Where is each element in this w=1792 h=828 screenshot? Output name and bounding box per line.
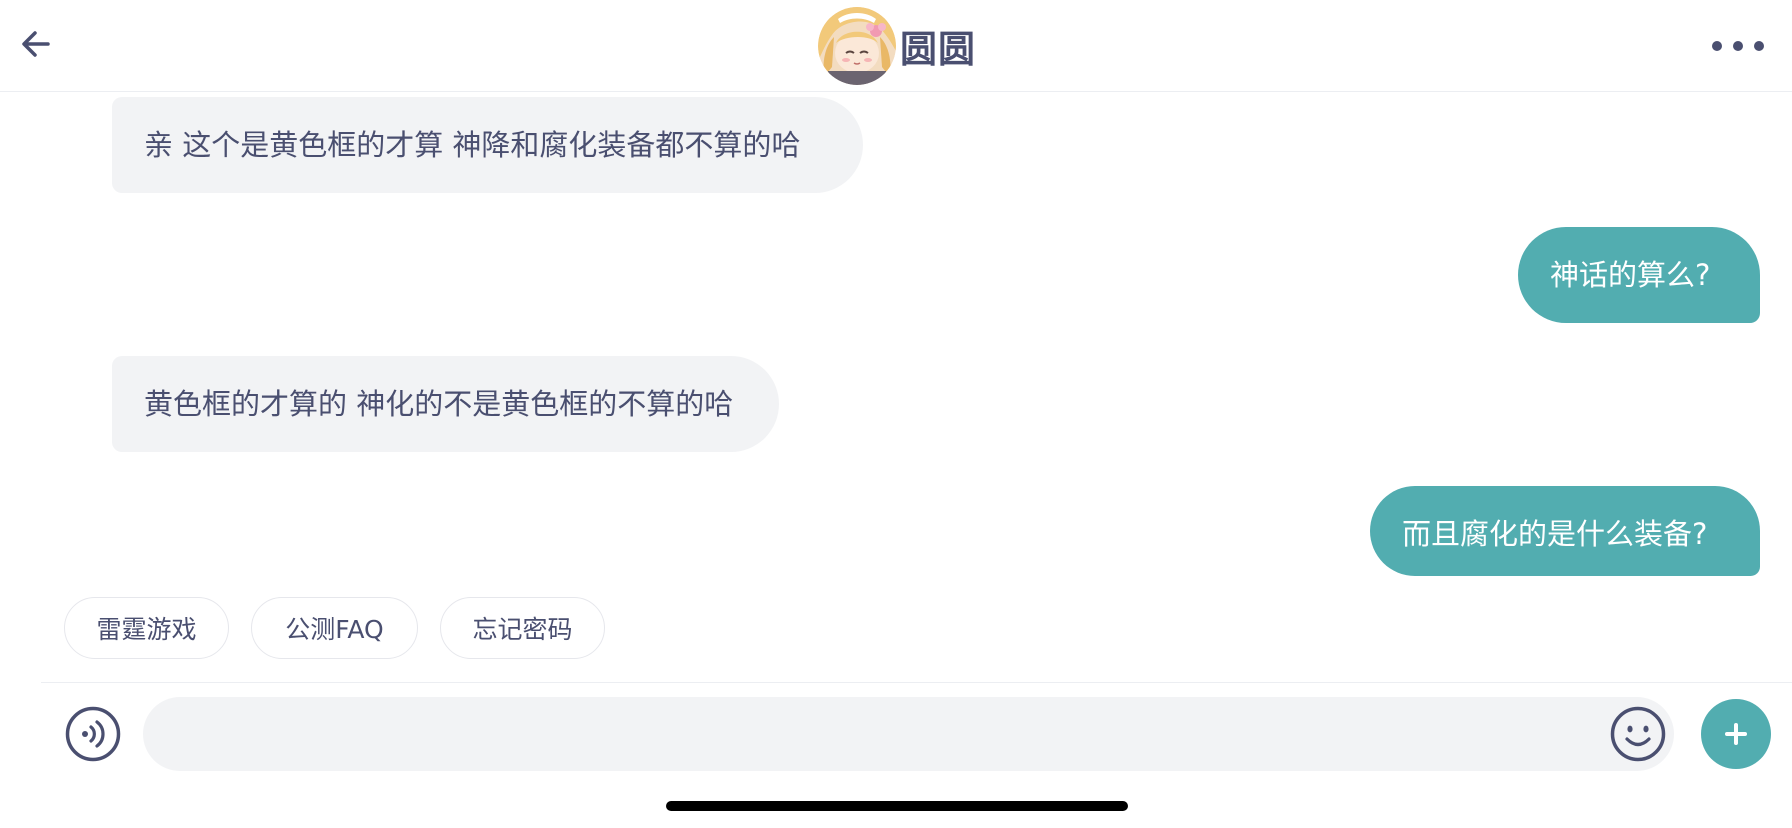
voice-icon [65, 706, 121, 762]
more-button[interactable] [1712, 30, 1764, 62]
incoming-message: 亲 这个是黄色框的才算 神降和腐化装备都不算的哈 [112, 97, 863, 193]
voice-button[interactable] [65, 706, 121, 762]
emoji-button[interactable] [1610, 706, 1666, 762]
plus-button[interactable] [1701, 699, 1771, 769]
emoji-icon [1610, 706, 1666, 762]
chat-header: 圆圆 [0, 0, 1792, 92]
quick-reply-chip[interactable]: 忘记密码 [440, 597, 605, 659]
arrow-left-icon [22, 31, 50, 57]
outgoing-message: 而且腐化的是什么装备? [1370, 486, 1760, 576]
more-dot [1733, 41, 1743, 51]
quick-reply-chip[interactable]: 公测FAQ [251, 597, 418, 659]
chat-title-area: 圆圆 [818, 6, 976, 86]
incoming-message: 黄色框的才算的 神化的不是黄色框的不算的哈 [112, 356, 779, 452]
chat-title: 圆圆 [900, 28, 976, 71]
quick-reply-chip[interactable]: 雷霆游戏 [64, 597, 229, 659]
avatar[interactable] [818, 7, 896, 85]
back-button[interactable] [14, 22, 58, 66]
outgoing-message: 神话的算么? [1518, 227, 1760, 323]
message-input[interactable] [167, 697, 1571, 773]
more-horizontal-icon [1712, 41, 1722, 51]
quick-replies: 雷霆游戏 公测FAQ 忘记密码 [64, 597, 627, 659]
home-indicator [666, 801, 1128, 811]
message-input-box [143, 697, 1674, 773]
divider [41, 682, 1792, 683]
more-dot [1754, 41, 1764, 51]
